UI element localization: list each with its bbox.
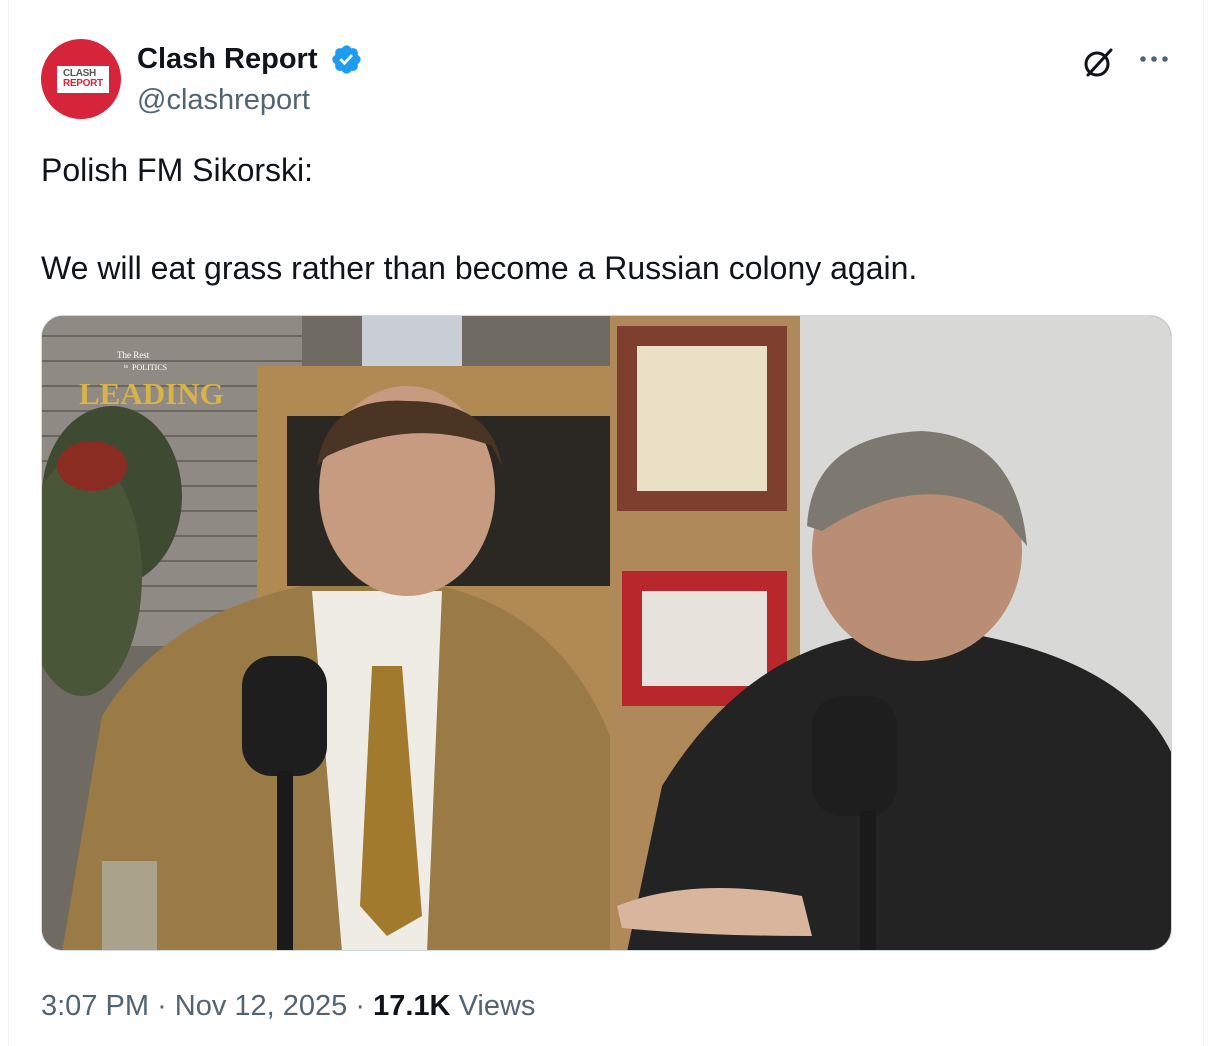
avatar-logo-text-2: REPORT xyxy=(63,78,103,89)
tweet-text-line-2: We will eat grass rather than become a R… xyxy=(41,250,918,286)
water-glass xyxy=(102,861,157,950)
author-handle[interactable]: @clashreport xyxy=(137,84,310,117)
views-count: 17.1K xyxy=(373,990,451,1022)
video-frame: The Rest is POLITICS LEADING xyxy=(42,316,1171,950)
tweet-text-line-1: Polish FM Sikorski: xyxy=(41,152,314,188)
overlay-title: LEADING xyxy=(79,376,224,411)
tweet-footer: 3:07 PM · Nov 12, 2025 · 17.1K Views xyxy=(41,990,535,1023)
author-avatar[interactable]: CLASH REPORT xyxy=(41,39,121,119)
verified-badge-icon[interactable] xyxy=(330,43,363,76)
grok-icon[interactable] xyxy=(1080,44,1116,80)
separator-1: · xyxy=(157,990,167,1022)
author-name[interactable]: Clash Report xyxy=(137,43,317,76)
separator-2: · xyxy=(355,990,366,1022)
tweet-video[interactable]: The Rest is POLITICS LEADING xyxy=(41,315,1172,951)
tweet-date[interactable]: Nov 12, 2025 xyxy=(175,990,348,1022)
left-microphone xyxy=(242,656,327,776)
more-icon[interactable] xyxy=(1136,44,1172,74)
overlay-small-1: The Rest xyxy=(117,350,150,360)
right-microphone xyxy=(812,696,897,816)
tweet-time[interactable]: 3:07 PM xyxy=(41,990,149,1022)
certificate xyxy=(637,346,767,491)
vase xyxy=(362,316,462,366)
overlay-small-2: is xyxy=(124,364,129,370)
overlay-small-3: POLITICS xyxy=(132,363,167,372)
views-label: Views xyxy=(458,990,536,1022)
